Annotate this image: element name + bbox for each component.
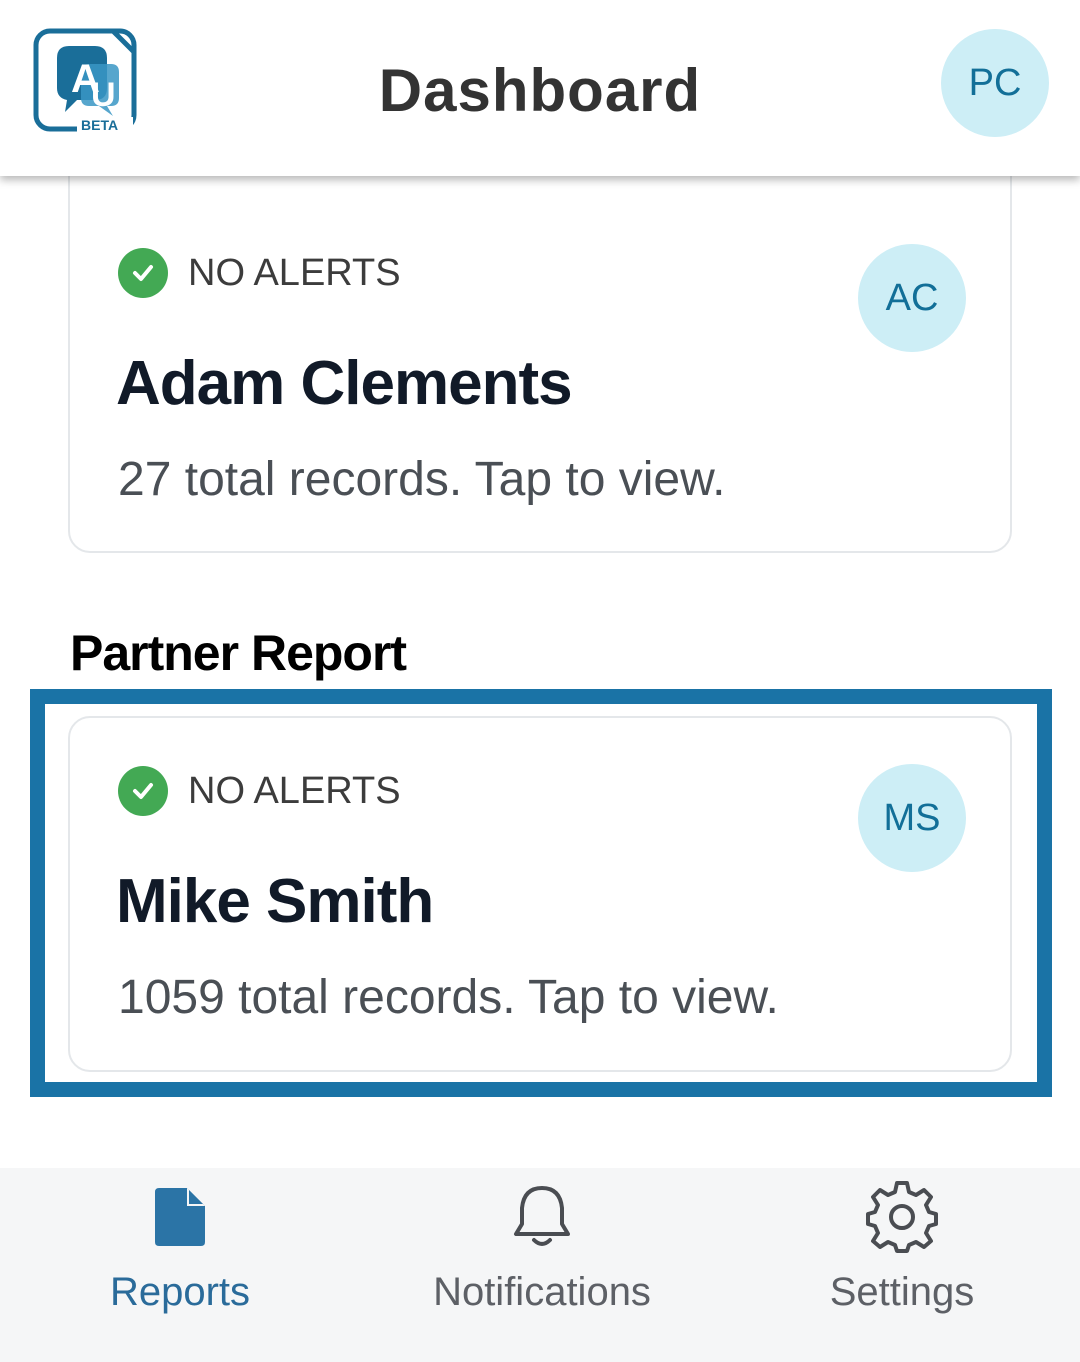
person-name: Adam Clements [116,349,573,418]
check-circle-icon [118,766,168,816]
nav-label: Notifications [433,1270,651,1314]
person-avatar: AC [858,244,966,352]
report-card-adam-clements[interactable]: NO ALERTS AC Adam Clements 27 total reco… [68,160,1012,553]
bell-icon [512,1180,572,1254]
alert-status: NO ALERTS [118,248,401,298]
status-label: NO ALERTS [188,251,401,294]
gear-icon [866,1180,938,1254]
check-circle-icon [118,248,168,298]
records-summary: 1059 total records. Tap to view. [118,971,779,1024]
nav-label: Reports [109,1270,251,1314]
document-icon [155,1180,205,1254]
nav-item-notifications[interactable]: Notifications [362,1168,722,1362]
person-avatar: MS [858,764,966,872]
status-label: NO ALERTS [188,769,401,812]
records-summary: 27 total records. Tap to view. [118,453,726,506]
alert-status: NO ALERTS [118,766,401,816]
dashboard-screen: A U BETA Dashboard PC NO ALERTS AC Adam … [0,0,1080,1362]
app-header: A U BETA Dashboard PC [0,0,1080,176]
bottom-nav: Reports Notifications Settings [0,1168,1080,1362]
section-heading-partner-report: Partner Report [70,625,407,681]
page-title: Dashboard [378,57,702,124]
user-avatar[interactable]: PC [941,29,1049,137]
nav-item-reports[interactable]: Reports [0,1168,360,1362]
nav-label: Settings [829,1270,975,1314]
person-name: Mike Smith [116,867,434,936]
nav-item-settings[interactable]: Settings [722,1168,1080,1362]
report-card-mike-smith[interactable]: NO ALERTS MS Mike Smith 1059 total recor… [68,716,1012,1072]
